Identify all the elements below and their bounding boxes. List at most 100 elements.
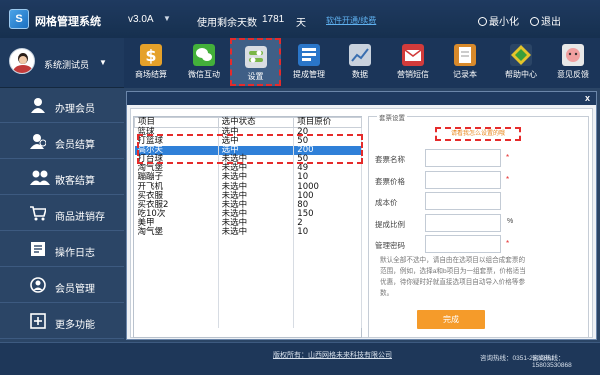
empty-row xyxy=(134,318,362,328)
package-form: 套票设置 请看我怎么设置的哦 套票名称 * 套票价格 * 成本价 提成比例 % … xyxy=(368,112,590,338)
log-icon xyxy=(31,242,45,256)
toolbar-label: 数据 xyxy=(352,70,368,79)
title-bar: S 网格管理系统 v3.0A ▼ 使用剩余天数 1781 天 软件开通/续费 最… xyxy=(0,0,600,38)
sidebar-item-guest-checkout[interactable]: 散客结算 xyxy=(0,160,124,195)
form-row-package-price: 套票价格 * xyxy=(369,170,590,190)
user-icon xyxy=(31,98,45,113)
table-row[interactable]: 美甲 未选中 2 xyxy=(134,218,362,228)
sidebar-item-label: 会员结算 xyxy=(55,140,95,151)
help-text: 默认全部不选中，请自由在选项目以组合成套票的范围，例如，选择a和b项目为一组套票… xyxy=(380,257,526,297)
item-name-cell: 淘气堡 xyxy=(134,227,219,238)
svg-text:$: $ xyxy=(145,46,156,65)
percent-suffix: % xyxy=(507,218,514,225)
item-status-cell: 未选中 xyxy=(218,227,295,238)
empty-row xyxy=(134,255,362,265)
field-label: 成本价 xyxy=(375,198,398,207)
commission-icon xyxy=(298,44,320,66)
column-header-status[interactable]: 选中状态 xyxy=(217,117,295,128)
table-row[interactable]: 吃10次 未选中 150 xyxy=(134,209,362,219)
table-header-row: 项目 选中状态 项目原价 xyxy=(134,117,362,128)
toolbar-sms[interactable]: 营销短信 xyxy=(390,38,436,86)
toolbar-commission[interactable]: 提成管理 xyxy=(286,38,332,86)
table-row[interactable]: 买衣服 未选中 100 xyxy=(134,191,362,201)
dollar-icon: $ xyxy=(140,44,162,66)
toolbar-settings[interactable]: 设置 xyxy=(230,38,281,86)
table-row[interactable]: 高尔夫 选中 200 xyxy=(134,146,362,156)
remaining-days-label: 使用剩余天数 xyxy=(197,18,257,29)
remaining-days-value: 1781 xyxy=(262,14,285,25)
package-price-field[interactable] xyxy=(425,171,501,189)
toolbar-label: 商场结算 xyxy=(135,70,167,79)
empty-row xyxy=(134,237,362,247)
table-row[interactable]: 淘气堡 未选中 49 xyxy=(134,164,362,174)
empty-row xyxy=(134,246,362,256)
mail-icon xyxy=(402,44,424,66)
empty-row xyxy=(134,273,362,283)
items-table: 项目 选中状态 项目原价 篮球 选中 20 打篮球 选中 50 高尔夫 选中 200 打台球 未选中… xyxy=(133,116,363,338)
renew-link[interactable]: 软件开通/续费 xyxy=(326,15,376,26)
field-label: 套票价格 xyxy=(375,177,405,186)
cart-icon xyxy=(30,206,46,221)
form-row-admin-password: 管理密码 * xyxy=(369,234,590,254)
table-row[interactable]: 淘气堡 未选中 10 xyxy=(134,227,362,238)
table-row[interactable]: 买衣服2 未选中 80 xyxy=(134,200,362,210)
power-icon xyxy=(530,17,539,26)
sidebar-item-register-member[interactable]: 办理会员 xyxy=(0,88,124,123)
chevron-down-icon[interactable]: ▼ xyxy=(163,14,171,23)
dialog-body: 项目 选中状态 项目原价 篮球 选中 20 打篮球 选中 50 高尔夫 选中 200 打台球 未选中… xyxy=(130,108,593,338)
footer: 版权所有：山西网格未来科技有限公司 咨询热线：0351-2520861 咨询热线… xyxy=(0,342,600,375)
table-row[interactable]: 蹦蹦子 未选中 10 xyxy=(134,173,362,183)
version-label[interactable]: v3.0A xyxy=(128,14,154,25)
column-header-price[interactable]: 项目原价 xyxy=(293,117,362,128)
app-logo: S xyxy=(9,9,29,29)
remaining-days-unit: 天 xyxy=(296,18,306,29)
table-row[interactable]: 开飞机 未选中 1000 xyxy=(134,182,362,192)
table-row[interactable]: 篮球 选中 20 xyxy=(134,127,362,137)
toolbar-feedback[interactable]: 意见反馈 xyxy=(550,38,596,86)
wechat-icon xyxy=(193,44,215,66)
sidebar-item-member-manage[interactable]: 会员管理 xyxy=(0,268,124,303)
required-mark: * xyxy=(506,239,510,248)
form-row-commission-rate: 提成比例 % xyxy=(369,213,590,233)
sidebar: 办理会员 会员结算 散客结算 商品进销存 操作日志 会员管理 更多功能 xyxy=(0,88,124,342)
table-row[interactable]: 打篮球 选中 50 xyxy=(134,137,362,147)
package-name-field[interactable] xyxy=(425,149,501,167)
done-button[interactable]: 完成 xyxy=(417,310,485,329)
form-legend: 套票设置 xyxy=(377,112,407,122)
form-row-cost-price: 成本价 xyxy=(369,191,590,211)
exit-label: 退出 xyxy=(541,17,561,28)
cost-price-field[interactable] xyxy=(425,192,501,210)
sidebar-item-label: 更多功能 xyxy=(55,320,95,331)
sidebar-item-more[interactable]: 更多功能 xyxy=(0,304,124,339)
toolbar-mall-checkout[interactable]: $ 商场结算 xyxy=(128,38,174,86)
user-name[interactable]: 系统测试员 xyxy=(44,58,89,71)
copyright-link[interactable]: 版权所有：山西网格未来科技有限公司 xyxy=(273,350,392,360)
toolbar-wechat[interactable]: 微信互动 xyxy=(181,38,227,86)
sidebar-item-operation-log[interactable]: 操作日志 xyxy=(0,232,124,267)
toolbar-data[interactable]: 数据 xyxy=(337,38,383,86)
user-panel: 系统测试员 ▼ xyxy=(0,38,124,88)
guests-icon xyxy=(30,170,50,185)
item-price-cell: 10 xyxy=(293,227,362,238)
column-header-item[interactable]: 项目 xyxy=(134,117,219,128)
toolbar-notebook[interactable]: 记录本 xyxy=(442,38,488,86)
toolbar-help[interactable]: 帮助中心 xyxy=(498,38,544,86)
toolbar-label: 营销短信 xyxy=(397,70,429,79)
chart-icon xyxy=(349,44,371,66)
empty-row xyxy=(134,300,362,310)
app-title: 网格管理系统 xyxy=(35,16,101,28)
exit-button[interactable]: 退出 xyxy=(530,13,561,28)
toolbar-label: 微信互动 xyxy=(188,70,220,79)
admin-password-field[interactable] xyxy=(425,235,501,253)
sidebar-item-member-checkout[interactable]: 会员结算 xyxy=(0,124,124,159)
sidebar-item-inventory[interactable]: 商品进销存 xyxy=(0,196,124,231)
toolbar-label: 帮助中心 xyxy=(505,70,537,79)
help-icon xyxy=(510,44,532,66)
tip-annotation: 请看我怎么设置的哦 xyxy=(435,127,521,141)
commission-rate-field[interactable] xyxy=(425,214,501,232)
minimize-button[interactable]: 最小化 xyxy=(478,13,519,28)
minimize-icon xyxy=(478,17,487,26)
chevron-down-icon[interactable]: ▼ xyxy=(99,58,107,67)
table-row[interactable]: 打台球 未选中 50 xyxy=(134,155,362,165)
close-icon[interactable]: x xyxy=(585,93,590,103)
